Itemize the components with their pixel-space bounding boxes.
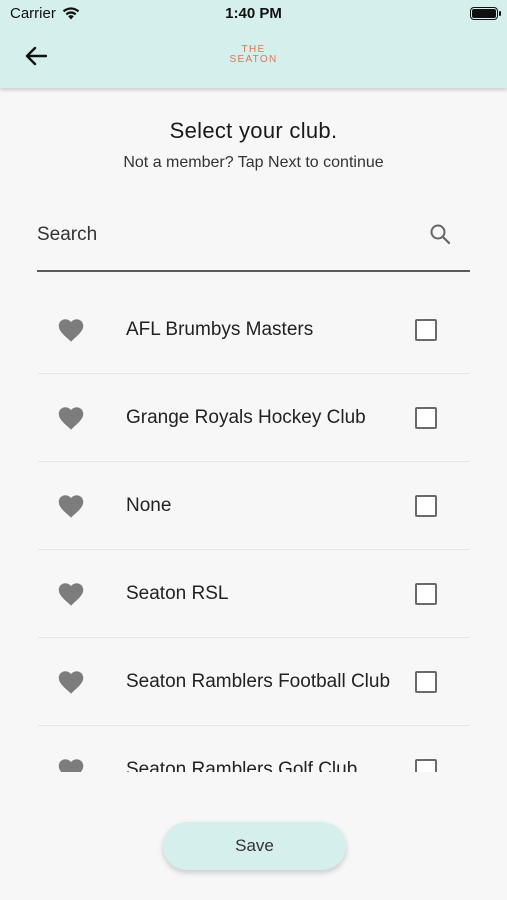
heart-icon[interactable] [57,493,85,519]
clock: 1:40 PM [225,5,282,22]
club-checkbox[interactable] [415,407,437,429]
heart-icon[interactable] [57,317,85,343]
battery-icon [470,7,501,20]
heart-icon[interactable] [57,669,85,695]
save-button[interactable]: Save [163,822,346,870]
club-checkbox[interactable] [415,671,437,693]
status-bar: Carrier 1:40 PM [0,0,507,28]
search-bar [37,212,470,272]
club-name: Seaton RSL [126,583,229,604]
logo-line-2: SEATON [229,54,278,65]
app-header: Carrier 1:40 PM THE SEATON [0,0,507,88]
search-input[interactable] [37,220,417,250]
search-icon[interactable] [428,222,452,246]
heart-icon[interactable] [57,757,85,772]
club-list[interactable]: AFL Brumbys Masters Grange Royals Hockey… [38,286,470,772]
list-item[interactable]: AFL Brumbys Masters [38,286,470,374]
page-subtitle: Not a member? Tap Next to continue [123,154,384,171]
brand-logo: THE SEATON [0,45,507,65]
page-title: Select your club. [169,118,338,143]
club-checkbox[interactable] [415,583,437,605]
club-name: Seaton Ramblers Golf Club [126,759,358,772]
club-name: AFL Brumbys Masters [126,319,314,340]
list-item[interactable]: Seaton Ramblers Golf Club [38,726,470,772]
club-checkbox[interactable] [415,495,437,517]
list-item[interactable]: Grange Royals Hockey Club [38,374,470,462]
heart-icon[interactable] [57,581,85,607]
list-item[interactable]: Seaton Ramblers Football Club [38,638,470,726]
club-name: Grange Royals Hockey Club [126,407,366,428]
club-name: None [126,495,172,516]
club-name: Seaton Ramblers Football Club [126,671,391,692]
list-item[interactable]: None [38,462,470,550]
heart-icon[interactable] [57,405,85,431]
club-checkbox[interactable] [415,759,437,772]
club-checkbox[interactable] [415,319,437,341]
list-item[interactable]: Seaton RSL [38,550,470,638]
